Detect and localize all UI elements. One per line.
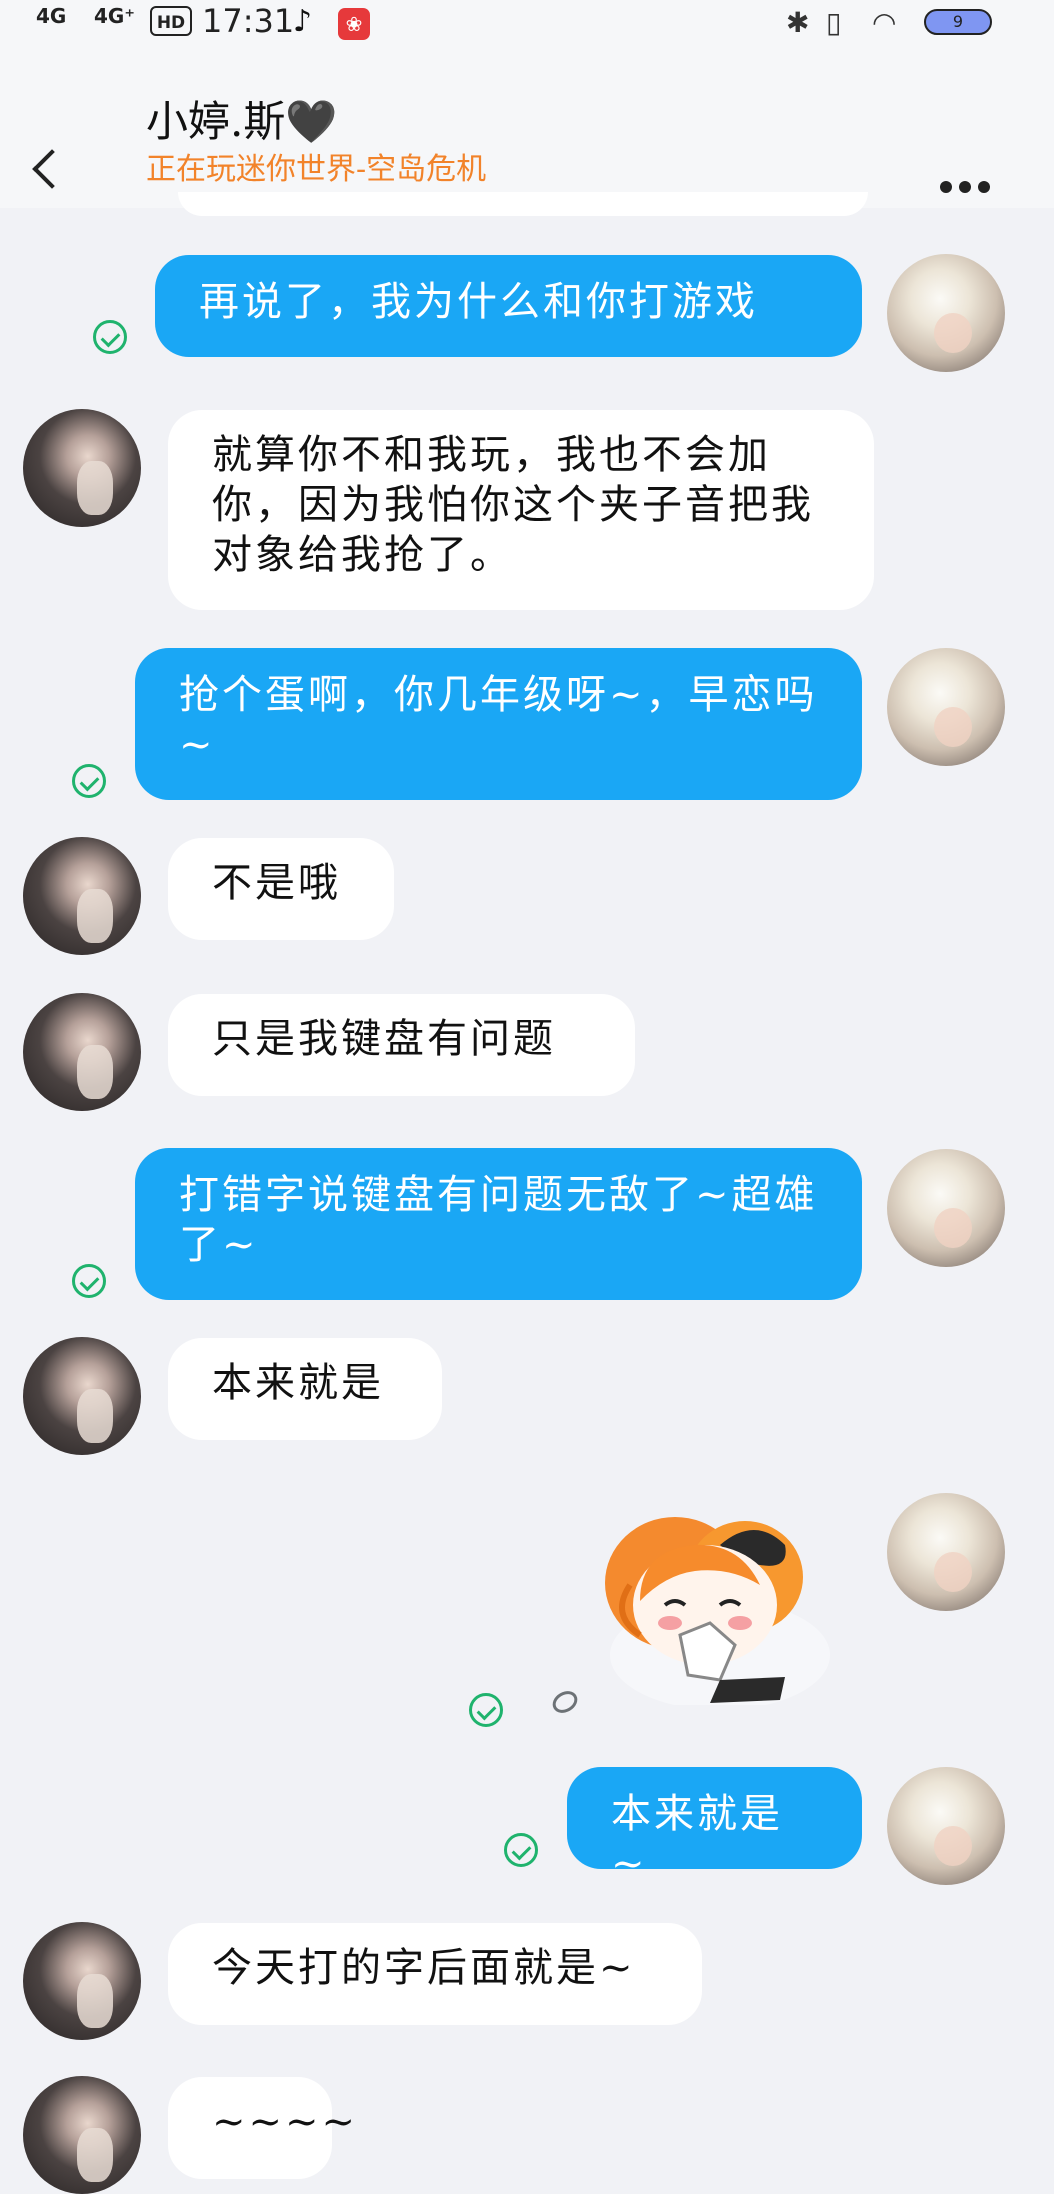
more-options-icon[interactable] (940, 178, 997, 197)
hd-icon: HD (150, 6, 192, 36)
read-check-icon (93, 320, 127, 354)
received-message[interactable]: 就算你不和我玩，我也不会加你，因为我怕你这个夹子音把我对象给我抢了。 (168, 410, 874, 610)
received-message[interactable]: ~~~~ (168, 2077, 355, 2179)
app-notification-icon: ❀ (338, 8, 370, 40)
bluetooth-icon: ✱ (786, 6, 810, 39)
received-message[interactable]: 本来就是 (168, 1338, 442, 1440)
tiktok-icon: ♪ (293, 4, 313, 39)
received-message[interactable]: 不是哦 (168, 838, 394, 940)
vibrate-icon: ▯ (826, 6, 842, 39)
my-avatar[interactable] (887, 254, 1005, 372)
contact-avatar[interactable] (23, 2076, 141, 2194)
clock: 17:31 (202, 2, 295, 40)
sent-message[interactable]: 打错字说键盘有问题无敌了~超雄了~ (135, 1148, 862, 1300)
my-avatar[interactable] (887, 648, 1005, 766)
status-bar: 4G 4G⁺ HD 17:31 ♪ ❀ ✱ ▯ ◠ 9 (0, 0, 1054, 50)
read-check-icon (72, 764, 106, 798)
sticker-image[interactable] (570, 1505, 830, 1705)
contact-status: 正在玩迷你世界-空岛危机 (146, 152, 487, 187)
sent-message[interactable]: 本来就是~ (567, 1767, 862, 1887)
my-avatar[interactable] (887, 1767, 1005, 1885)
contact-avatar[interactable] (23, 1337, 141, 1455)
sent-message[interactable]: 抢个蛋啊，你几年级呀~，早恋吗~ (135, 648, 862, 800)
contact-avatar[interactable] (23, 993, 141, 1111)
contact-avatar[interactable] (23, 837, 141, 955)
contact-avatar[interactable] (23, 1922, 141, 2040)
battery-indicator: 9 (924, 9, 992, 35)
contact-name[interactable]: 小婷.斯🖤 (146, 88, 338, 149)
read-check-icon (469, 1693, 503, 1727)
sent-message[interactable]: 再说了，我为什么和你打游戏 (155, 255, 862, 357)
read-check-icon (72, 1264, 106, 1298)
wifi-icon: ◠ (872, 6, 897, 39)
my-avatar[interactable] (887, 1149, 1005, 1267)
signal-4g-plus: 4G⁺ (94, 4, 135, 28)
received-message[interactable]: 今天打的字后面就是~ (168, 1923, 702, 2025)
my-avatar[interactable] (887, 1493, 1005, 1611)
read-check-icon (504, 1833, 538, 1867)
contact-avatar[interactable] (23, 409, 141, 527)
received-message[interactable]: 只是我键盘有问题 (168, 994, 635, 1096)
signal-4g: 4G (36, 4, 67, 28)
back-arrow-icon[interactable] (32, 149, 72, 189)
previous-message-bubble (178, 192, 868, 216)
